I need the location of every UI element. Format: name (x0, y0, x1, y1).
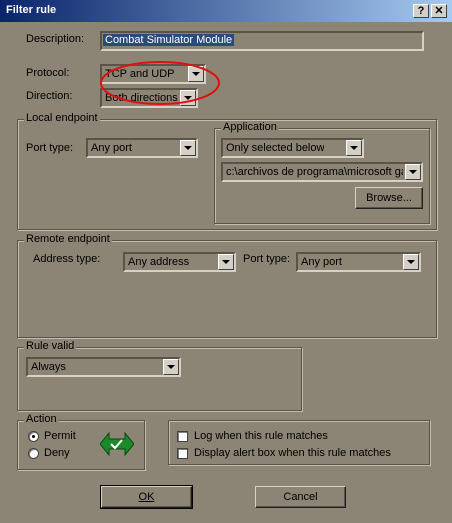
highlight-circle (100, 61, 220, 105)
close-icon: ✕ (434, 5, 444, 17)
application-mode-value: Only selected below (226, 142, 325, 154)
chevron-down-icon[interactable] (403, 254, 419, 270)
application-mode-select[interactable]: Only selected below (221, 138, 364, 158)
local-endpoint-title: Local endpoint (24, 112, 100, 124)
remote-endpoint-title: Remote endpoint (24, 233, 112, 245)
remote-port-type-select[interactable]: Any port (296, 252, 421, 272)
application-path-value: c:\archivos de programa\microsoft ga (226, 166, 403, 178)
browse-button-label: Browse... (366, 192, 412, 204)
remote-port-type-label: Port type: (243, 253, 291, 265)
title-bar: Filter rule ? ✕ (0, 0, 452, 22)
permit-radio[interactable] (28, 431, 39, 442)
description-label: Description: (26, 33, 85, 45)
log-label[interactable]: Log when this rule matches (194, 430, 328, 442)
local-port-type-select[interactable]: Any port (86, 138, 198, 158)
application-path-select[interactable]: c:\archivos de programa\microsoft ga (221, 162, 423, 182)
address-type-value: Any address (128, 256, 190, 268)
remote-port-type-value: Any port (301, 256, 342, 268)
rule-valid-title: Rule valid (24, 340, 77, 352)
rule-valid-select[interactable]: Always (26, 357, 181, 377)
deny-label[interactable]: Deny (44, 447, 70, 459)
local-port-type-label: Port type: (26, 142, 74, 154)
chevron-down-icon[interactable] (180, 140, 196, 156)
ok-button[interactable]: OK (100, 485, 193, 509)
action-title: Action (24, 413, 59, 425)
address-type-select[interactable]: Any address (123, 252, 236, 272)
description-value: Combat Simulator Module (103, 34, 235, 46)
ok-button-label: OK (138, 491, 155, 503)
alert-checkbox[interactable] (177, 448, 188, 459)
window-title: Filter rule (6, 4, 57, 16)
rule-valid-value: Always (31, 361, 66, 373)
browse-button[interactable]: Browse... (355, 187, 423, 209)
application-title: Application (221, 121, 279, 133)
deny-radio[interactable] (28, 448, 39, 459)
permit-label[interactable]: Permit (44, 430, 76, 442)
direction-label: Direction: (26, 90, 73, 102)
close-button[interactable]: ✕ (431, 4, 447, 18)
protocol-label: Protocol: (26, 67, 70, 79)
log-checkbox[interactable] (177, 431, 188, 442)
help-button[interactable]: ? (413, 4, 429, 18)
cancel-button[interactable]: Cancel (255, 486, 346, 508)
address-type-label: Address type: (33, 253, 101, 265)
permit-arrows-icon (100, 431, 134, 457)
alert-label[interactable]: Display alert box when this rule matches (194, 447, 391, 459)
local-port-type-value: Any port (91, 142, 132, 154)
cancel-button-label: Cancel (283, 491, 318, 503)
chevron-down-icon[interactable] (218, 254, 234, 270)
chevron-down-icon[interactable] (405, 164, 421, 180)
chevron-down-icon[interactable] (163, 359, 179, 375)
description-input[interactable]: Combat Simulator Module (100, 31, 424, 51)
chevron-down-icon[interactable] (346, 140, 362, 156)
